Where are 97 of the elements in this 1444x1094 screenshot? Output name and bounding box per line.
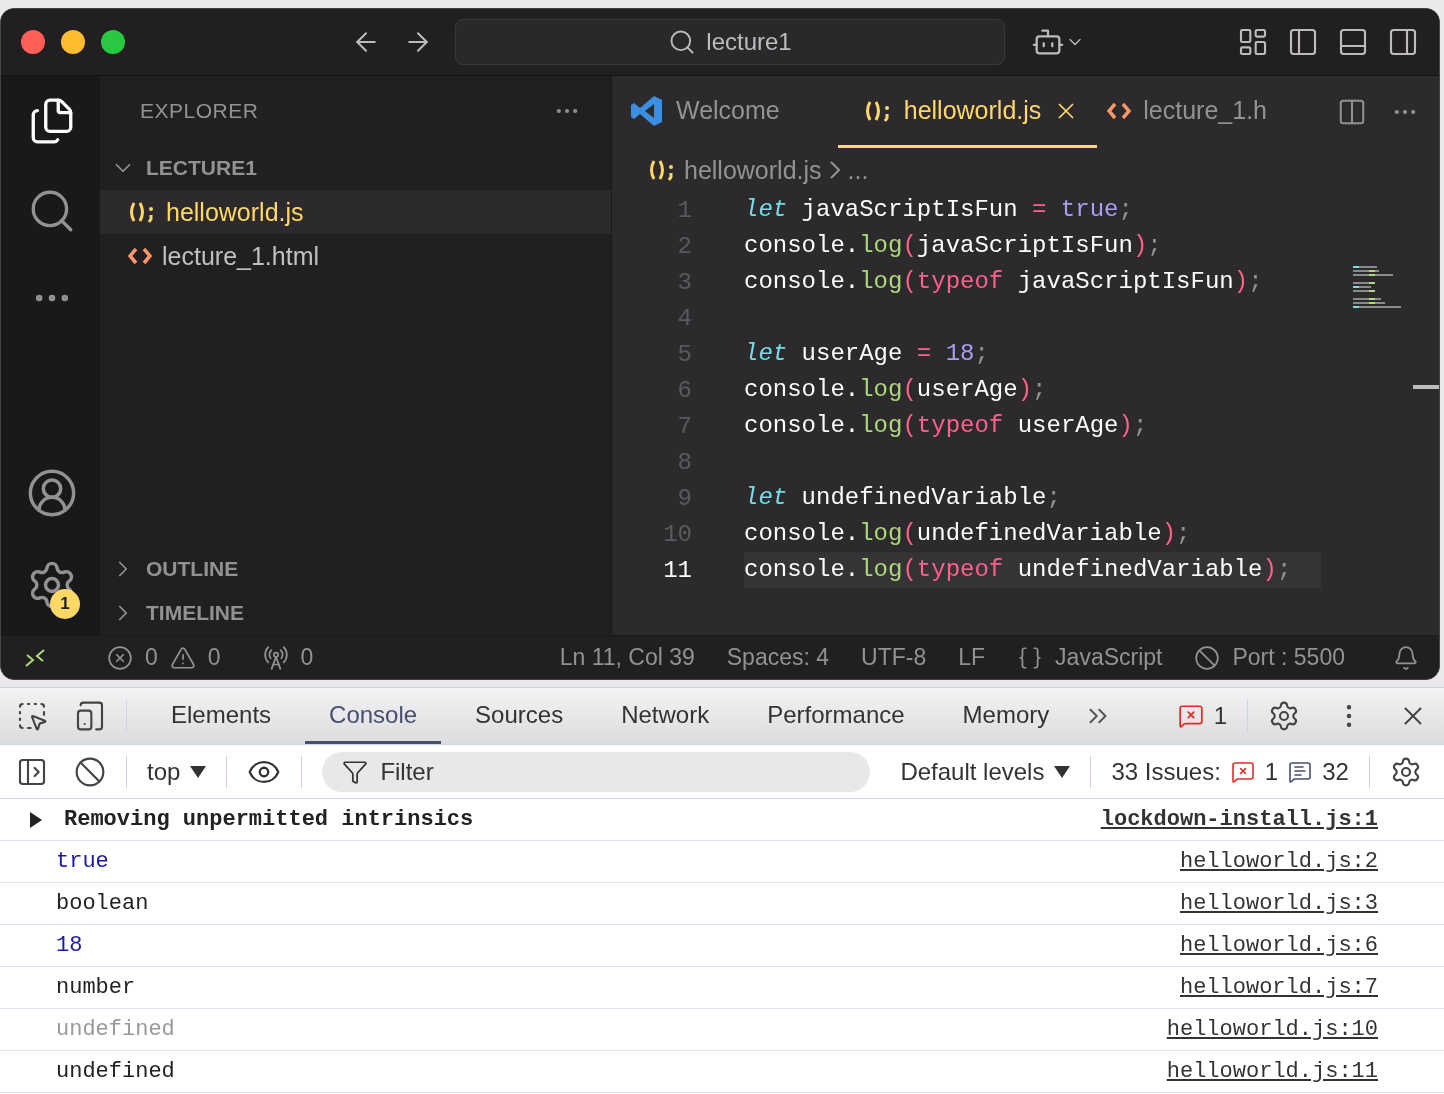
section-title: TIMELINE: [146, 601, 244, 625]
folder-name: LECTURE1: [146, 156, 257, 180]
file-name: lecture_1.html: [162, 241, 320, 271]
bell-icon[interactable]: [1393, 644, 1419, 671]
source-link[interactable]: helloworld.js:10: [1166, 1017, 1378, 1042]
section-header[interactable]: OUTLINE: [100, 547, 611, 591]
error-icon: [1177, 703, 1204, 729]
minimize-window-button[interactable]: [61, 30, 85, 54]
section-header[interactable]: TIMELINE: [100, 591, 611, 635]
port-status[interactable]: Port : 5500: [1232, 644, 1345, 671]
source-link[interactable]: helloworld.js:6: [1179, 933, 1378, 958]
panel-left-icon[interactable]: [1287, 26, 1319, 58]
close-window-button[interactable]: [21, 30, 45, 54]
clear-console-icon[interactable]: [74, 755, 106, 788]
devtools-tab[interactable]: Elements: [147, 688, 296, 744]
panel-bottom-icon[interactable]: [1337, 26, 1369, 58]
dropdown-caret-icon[interactable]: [190, 765, 207, 778]
editor-tab[interactable]: helloworld.js: [837, 76, 1098, 148]
source-link[interactable]: lockdown-install.js:1: [1100, 807, 1378, 832]
code-icon: [1107, 101, 1132, 120]
device-toolbar-icon[interactable]: [74, 700, 106, 732]
devtools-tab[interactable]: Sources: [451, 688, 588, 744]
status-item[interactable]: UTF-8: [861, 644, 927, 671]
message-icon: [1288, 759, 1313, 784]
code-line: let undefinedVariable;: [744, 483, 1061, 513]
code-line: console.log(typeof userAge);: [744, 411, 1148, 441]
levels-selector[interactable]: Default levels: [900, 757, 1045, 786]
issues-label[interactable]: 33 Issues:: [1111, 757, 1221, 786]
code-line: let javaScriptIsFun = true;: [744, 195, 1133, 225]
console-message: undefined: [56, 1017, 176, 1042]
file-item[interactable]: lecture_1.html: [100, 234, 611, 278]
breadcrumb-item[interactable]: helloworld.js: [684, 155, 822, 185]
layout-icon[interactable]: [1237, 26, 1269, 58]
issues-info-count: 32: [1322, 757, 1349, 786]
settings-icon[interactable]: [1268, 700, 1300, 732]
issues-error-count: 1: [1264, 757, 1279, 786]
code-icon: [128, 247, 152, 265]
maximize-window-button[interactable]: [101, 30, 125, 54]
split-editor-icon[interactable]: [1337, 97, 1367, 127]
account-icon[interactable]: [26, 467, 78, 519]
devtools-tab[interactable]: Memory: [938, 688, 1074, 744]
code-line: let userAge = 18;: [744, 339, 989, 369]
devtools-tab[interactable]: Performance: [743, 688, 929, 744]
warning-count[interactable]: 0: [207, 644, 221, 671]
editor-tab[interactable]: Welcome: [630, 76, 798, 148]
explorer-title: EXPLORER: [140, 99, 259, 123]
command-center-search[interactable]: lecture1: [455, 19, 1005, 65]
prohibited-icon: [1194, 644, 1221, 671]
panel-right-icon[interactable]: [1387, 26, 1419, 58]
warning-icon: [169, 644, 196, 671]
braces-icon: [648, 159, 676, 181]
scrollbar-marker: [1413, 385, 1439, 389]
minimap-drawing: [1353, 266, 1401, 308]
editor-tab[interactable]: lecture_1.h: [1107, 76, 1285, 148]
line-number: 11: [662, 556, 692, 584]
devtools-tab[interactable]: Network: [597, 688, 734, 744]
language-mode[interactable]: JavaScript: [1055, 644, 1163, 671]
console-message: true: [56, 849, 110, 874]
source-link[interactable]: helloworld.js:7: [1179, 975, 1378, 1000]
source-link[interactable]: helloworld.js:11: [1166, 1059, 1378, 1084]
status-item[interactable]: Ln 11, Col 39: [559, 644, 695, 671]
devtools-tab[interactable]: Console: [305, 688, 442, 744]
source-link[interactable]: helloworld.js:3: [1179, 891, 1378, 916]
console-message: Removing unpermitted intrinsics: [64, 807, 475, 832]
folder-header[interactable]: LECTURE1: [100, 146, 611, 190]
code-line: console.log(typeof javaScriptIsFun);: [744, 267, 1263, 297]
filter-icon: [342, 758, 369, 785]
breadcrumb-item[interactable]: ...: [847, 155, 869, 185]
console-message: number: [56, 975, 137, 1000]
editor-logo-icon: [630, 93, 664, 128]
inspect-icon[interactable]: [16, 700, 48, 732]
code-line: console.log(javaScriptIsFun);: [744, 231, 1162, 261]
console-message: 18: [56, 933, 84, 958]
expand-caret-icon[interactable]: [30, 811, 42, 828]
error-icon: [107, 644, 133, 671]
ports-count[interactable]: 0: [300, 644, 314, 671]
console-message: undefined: [56, 1059, 176, 1084]
braces-icon: [863, 99, 892, 122]
error-count[interactable]: 0: [145, 644, 158, 671]
status-item[interactable]: LF: [958, 644, 986, 671]
error-icon: [1230, 759, 1255, 784]
chevron-right-icon: [829, 161, 840, 179]
code-line: console.log(userAge);: [744, 375, 1047, 405]
dropdown-caret-icon[interactable]: [1054, 765, 1071, 778]
file-item[interactable]: helloworld.js: [100, 190, 611, 234]
antenna-icon: [262, 644, 289, 671]
source-link[interactable]: helloworld.js:2: [1179, 849, 1378, 874]
filter-field[interactable]: Filter: [322, 751, 871, 792]
context-selector[interactable]: top: [147, 757, 181, 786]
code-line: console.log(undefinedVariable);: [744, 519, 1191, 549]
error-count[interactable]: 1: [1213, 702, 1227, 730]
braces-icon: [128, 201, 156, 223]
section-title: OUTLINE: [146, 557, 239, 581]
file-name: helloworld.js: [166, 197, 304, 227]
console-message: boolean: [56, 891, 150, 916]
notification-badge: 1: [50, 589, 80, 619]
status-item[interactable]: Spaces: 4: [726, 644, 830, 671]
